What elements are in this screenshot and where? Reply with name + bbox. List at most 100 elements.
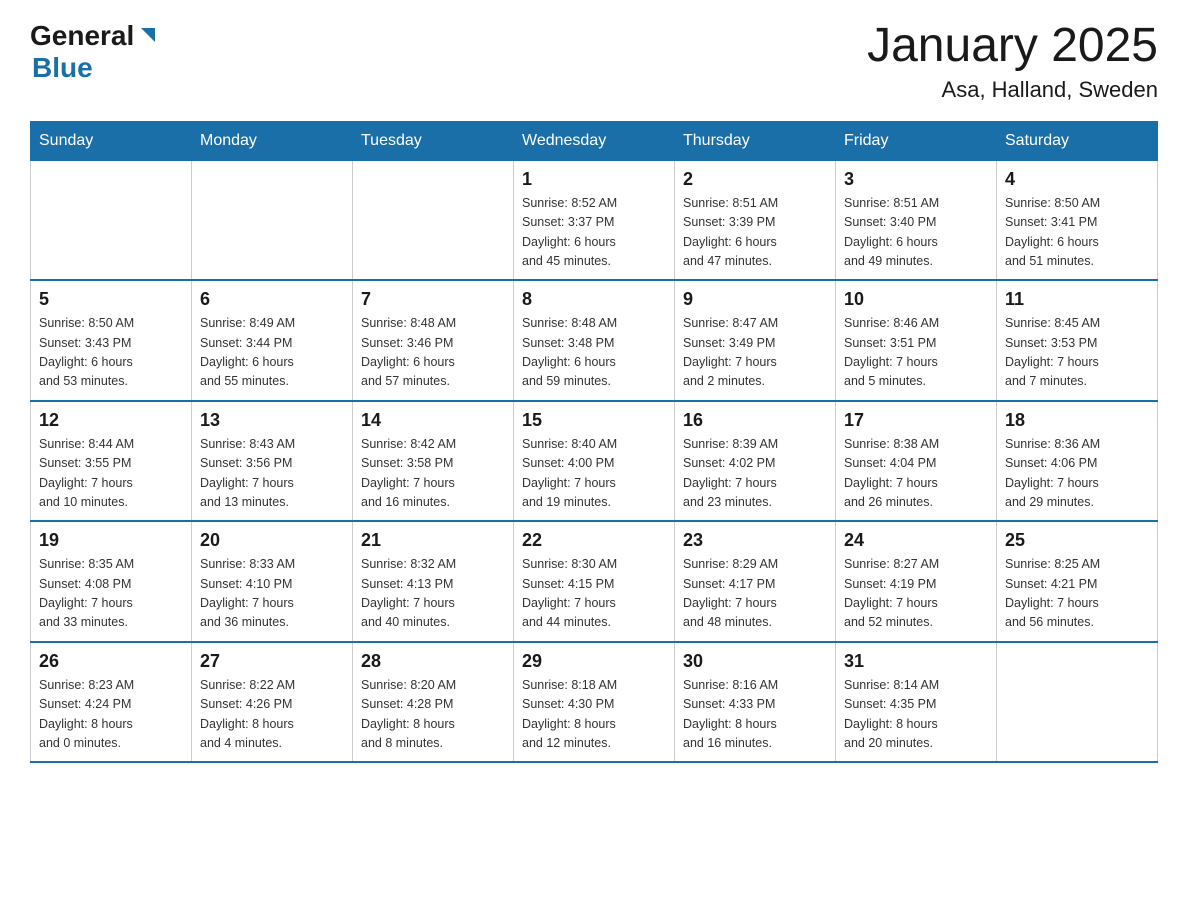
day-number: 10 xyxy=(844,289,988,310)
calendar-cell xyxy=(353,160,514,280)
calendar-cell: 17 Sunrise: 8:38 AMSunset: 4:04 PMDayligh… xyxy=(836,401,997,522)
day-info: Sunrise: 8:36 AMSunset: 4:06 PMDaylight:… xyxy=(1005,435,1149,513)
calendar-week-row: 26Sunrise: 8:23 AMSunset: 4:24 PMDayligh… xyxy=(31,642,1158,763)
day-number: 28 xyxy=(361,651,505,672)
day-info: Sunrise: 8:18 AMSunset: 4:30 PMDaylight:… xyxy=(522,676,666,754)
calendar-cell xyxy=(192,160,353,280)
calendar-week-row: 12 Sunrise: 8:44 AMSunset: 3:55 PMDayligh… xyxy=(31,401,1158,522)
calendar-cell: 4Sunrise: 8:50 AMSunset: 3:41 PMDaylight… xyxy=(997,160,1158,280)
calendar-cell xyxy=(31,160,192,280)
day-info: Sunrise: 8:52 AMSunset: 3:37 PMDaylight:… xyxy=(522,194,666,272)
calendar-cell: 7 Sunrise: 8:48 AMSunset: 3:46 PMDaylight… xyxy=(353,280,514,401)
day-info: Sunrise: 8:33 AMSunset: 4:10 PMDaylight:… xyxy=(200,555,344,633)
day-info: Sunrise: 8:51 AMSunset: 3:39 PMDaylight:… xyxy=(683,194,827,272)
day-number: 21 xyxy=(361,530,505,551)
day-number: 18 xyxy=(1005,410,1149,431)
day-number: 23 xyxy=(683,530,827,551)
calendar-week-row: 5 Sunrise: 8:50 AMSunset: 3:43 PMDaylight… xyxy=(31,280,1158,401)
calendar-cell: 27Sunrise: 8:22 AMSunset: 4:26 PMDayligh… xyxy=(192,642,353,763)
calendar-cell: 22 Sunrise: 8:30 AMSunset: 4:15 PMDayligh… xyxy=(514,521,675,642)
calendar-cell: 26Sunrise: 8:23 AMSunset: 4:24 PMDayligh… xyxy=(31,642,192,763)
day-info: Sunrise: 8:49 AMSunset: 3:44 PMDaylight:… xyxy=(200,314,344,392)
day-number: 24 xyxy=(844,530,988,551)
calendar-cell: 9 Sunrise: 8:47 AMSunset: 3:49 PMDaylight… xyxy=(675,280,836,401)
day-info: Sunrise: 8:47 AMSunset: 3:49 PMDaylight:… xyxy=(683,314,827,392)
day-info: Sunrise: 8:38 AMSunset: 4:04 PMDaylight:… xyxy=(844,435,988,513)
header-monday: Monday xyxy=(192,121,353,160)
location-title: Asa, Halland, Sweden xyxy=(867,77,1158,103)
day-number: 3 xyxy=(844,169,988,190)
day-number: 9 xyxy=(683,289,827,310)
day-number: 20 xyxy=(200,530,344,551)
logo-triangle-icon xyxy=(137,26,155,49)
calendar-cell: 18 Sunrise: 8:36 AMSunset: 4:06 PMDayligh… xyxy=(997,401,1158,522)
day-info: Sunrise: 8:44 AMSunset: 3:55 PMDaylight:… xyxy=(39,435,183,513)
day-info: Sunrise: 8:29 AMSunset: 4:17 PMDaylight:… xyxy=(683,555,827,633)
page-header: General Blue January 2025 Asa, Halland, … xyxy=(30,20,1158,103)
day-info: Sunrise: 8:48 AMSunset: 3:48 PMDaylight:… xyxy=(522,314,666,392)
calendar-cell: 20 Sunrise: 8:33 AMSunset: 4:10 PMDayligh… xyxy=(192,521,353,642)
calendar-cell: 30 Sunrise: 8:16 AMSunset: 4:33 PMDayligh… xyxy=(675,642,836,763)
calendar-week-row: 1 Sunrise: 8:52 AMSunset: 3:37 PMDaylight… xyxy=(31,160,1158,280)
day-number: 16 xyxy=(683,410,827,431)
day-number: 19 xyxy=(39,530,183,551)
day-info: Sunrise: 8:45 AMSunset: 3:53 PMDaylight:… xyxy=(1005,314,1149,392)
day-info: Sunrise: 8:27 AMSunset: 4:19 PMDaylight:… xyxy=(844,555,988,633)
month-title: January 2025 xyxy=(867,20,1158,73)
day-number: 29 xyxy=(522,651,666,672)
calendar-cell: 3 Sunrise: 8:51 AMSunset: 3:40 PMDaylight… xyxy=(836,160,997,280)
calendar-cell: 31Sunrise: 8:14 AMSunset: 4:35 PMDayligh… xyxy=(836,642,997,763)
day-number: 1 xyxy=(522,169,666,190)
day-number: 4 xyxy=(1005,169,1149,190)
day-info: Sunrise: 8:16 AMSunset: 4:33 PMDaylight:… xyxy=(683,676,827,754)
calendar-cell: 25Sunrise: 8:25 AMSunset: 4:21 PMDayligh… xyxy=(997,521,1158,642)
day-number: 13 xyxy=(200,410,344,431)
day-info: Sunrise: 8:46 AMSunset: 3:51 PMDaylight:… xyxy=(844,314,988,392)
calendar-cell: 15Sunrise: 8:40 AMSunset: 4:00 PMDayligh… xyxy=(514,401,675,522)
calendar-cell: 29 Sunrise: 8:18 AMSunset: 4:30 PMDayligh… xyxy=(514,642,675,763)
calendar-cell xyxy=(997,642,1158,763)
day-number: 30 xyxy=(683,651,827,672)
day-number: 25 xyxy=(1005,530,1149,551)
header-thursday: Thursday xyxy=(675,121,836,160)
calendar-cell: 28Sunrise: 8:20 AMSunset: 4:28 PMDayligh… xyxy=(353,642,514,763)
calendar-header-row: SundayMondayTuesdayWednesdayThursdayFrid… xyxy=(31,121,1158,160)
day-info: Sunrise: 8:30 AMSunset: 4:15 PMDaylight:… xyxy=(522,555,666,633)
header-sunday: Sunday xyxy=(31,121,192,160)
calendar-cell: 23 Sunrise: 8:29 AMSunset: 4:17 PMDayligh… xyxy=(675,521,836,642)
calendar-cell: 2 Sunrise: 8:51 AMSunset: 3:39 PMDaylight… xyxy=(675,160,836,280)
day-number: 7 xyxy=(361,289,505,310)
calendar-cell: 1 Sunrise: 8:52 AMSunset: 3:37 PMDaylight… xyxy=(514,160,675,280)
day-number: 11 xyxy=(1005,289,1149,310)
calendar-cell: 16Sunrise: 8:39 AMSunset: 4:02 PMDayligh… xyxy=(675,401,836,522)
day-number: 8 xyxy=(522,289,666,310)
day-info: Sunrise: 8:43 AMSunset: 3:56 PMDaylight:… xyxy=(200,435,344,513)
calendar-table: SundayMondayTuesdayWednesdayThursdayFrid… xyxy=(30,121,1158,764)
day-number: 14 xyxy=(361,410,505,431)
day-info: Sunrise: 8:51 AMSunset: 3:40 PMDaylight:… xyxy=(844,194,988,272)
day-number: 12 xyxy=(39,410,183,431)
calendar-week-row: 19 Sunrise: 8:35 AMSunset: 4:08 PMDayligh… xyxy=(31,521,1158,642)
day-info: Sunrise: 8:48 AMSunset: 3:46 PMDaylight:… xyxy=(361,314,505,392)
header-tuesday: Tuesday xyxy=(353,121,514,160)
day-info: Sunrise: 8:35 AMSunset: 4:08 PMDaylight:… xyxy=(39,555,183,633)
header-saturday: Saturday xyxy=(997,121,1158,160)
logo: General Blue xyxy=(30,20,155,84)
day-number: 15 xyxy=(522,410,666,431)
calendar-cell: 14Sunrise: 8:42 AMSunset: 3:58 PMDayligh… xyxy=(353,401,514,522)
calendar-cell: 11 Sunrise: 8:45 AMSunset: 3:53 PMDayligh… xyxy=(997,280,1158,401)
calendar-cell: 5 Sunrise: 8:50 AMSunset: 3:43 PMDaylight… xyxy=(31,280,192,401)
day-number: 2 xyxy=(683,169,827,190)
logo-blue-text: Blue xyxy=(32,52,93,83)
title-area: January 2025 Asa, Halland, Sweden xyxy=(867,20,1158,103)
day-number: 22 xyxy=(522,530,666,551)
calendar-cell: 12 Sunrise: 8:44 AMSunset: 3:55 PMDayligh… xyxy=(31,401,192,522)
calendar-cell: 8 Sunrise: 8:48 AMSunset: 3:48 PMDaylight… xyxy=(514,280,675,401)
calendar-cell: 13 Sunrise: 8:43 AMSunset: 3:56 PMDayligh… xyxy=(192,401,353,522)
day-info: Sunrise: 8:50 AMSunset: 3:43 PMDaylight:… xyxy=(39,314,183,392)
day-number: 5 xyxy=(39,289,183,310)
logo-general-text: General xyxy=(30,20,134,52)
calendar-cell: 24 Sunrise: 8:27 AMSunset: 4:19 PMDayligh… xyxy=(836,521,997,642)
day-number: 17 xyxy=(844,410,988,431)
day-info: Sunrise: 8:22 AMSunset: 4:26 PMDaylight:… xyxy=(200,676,344,754)
